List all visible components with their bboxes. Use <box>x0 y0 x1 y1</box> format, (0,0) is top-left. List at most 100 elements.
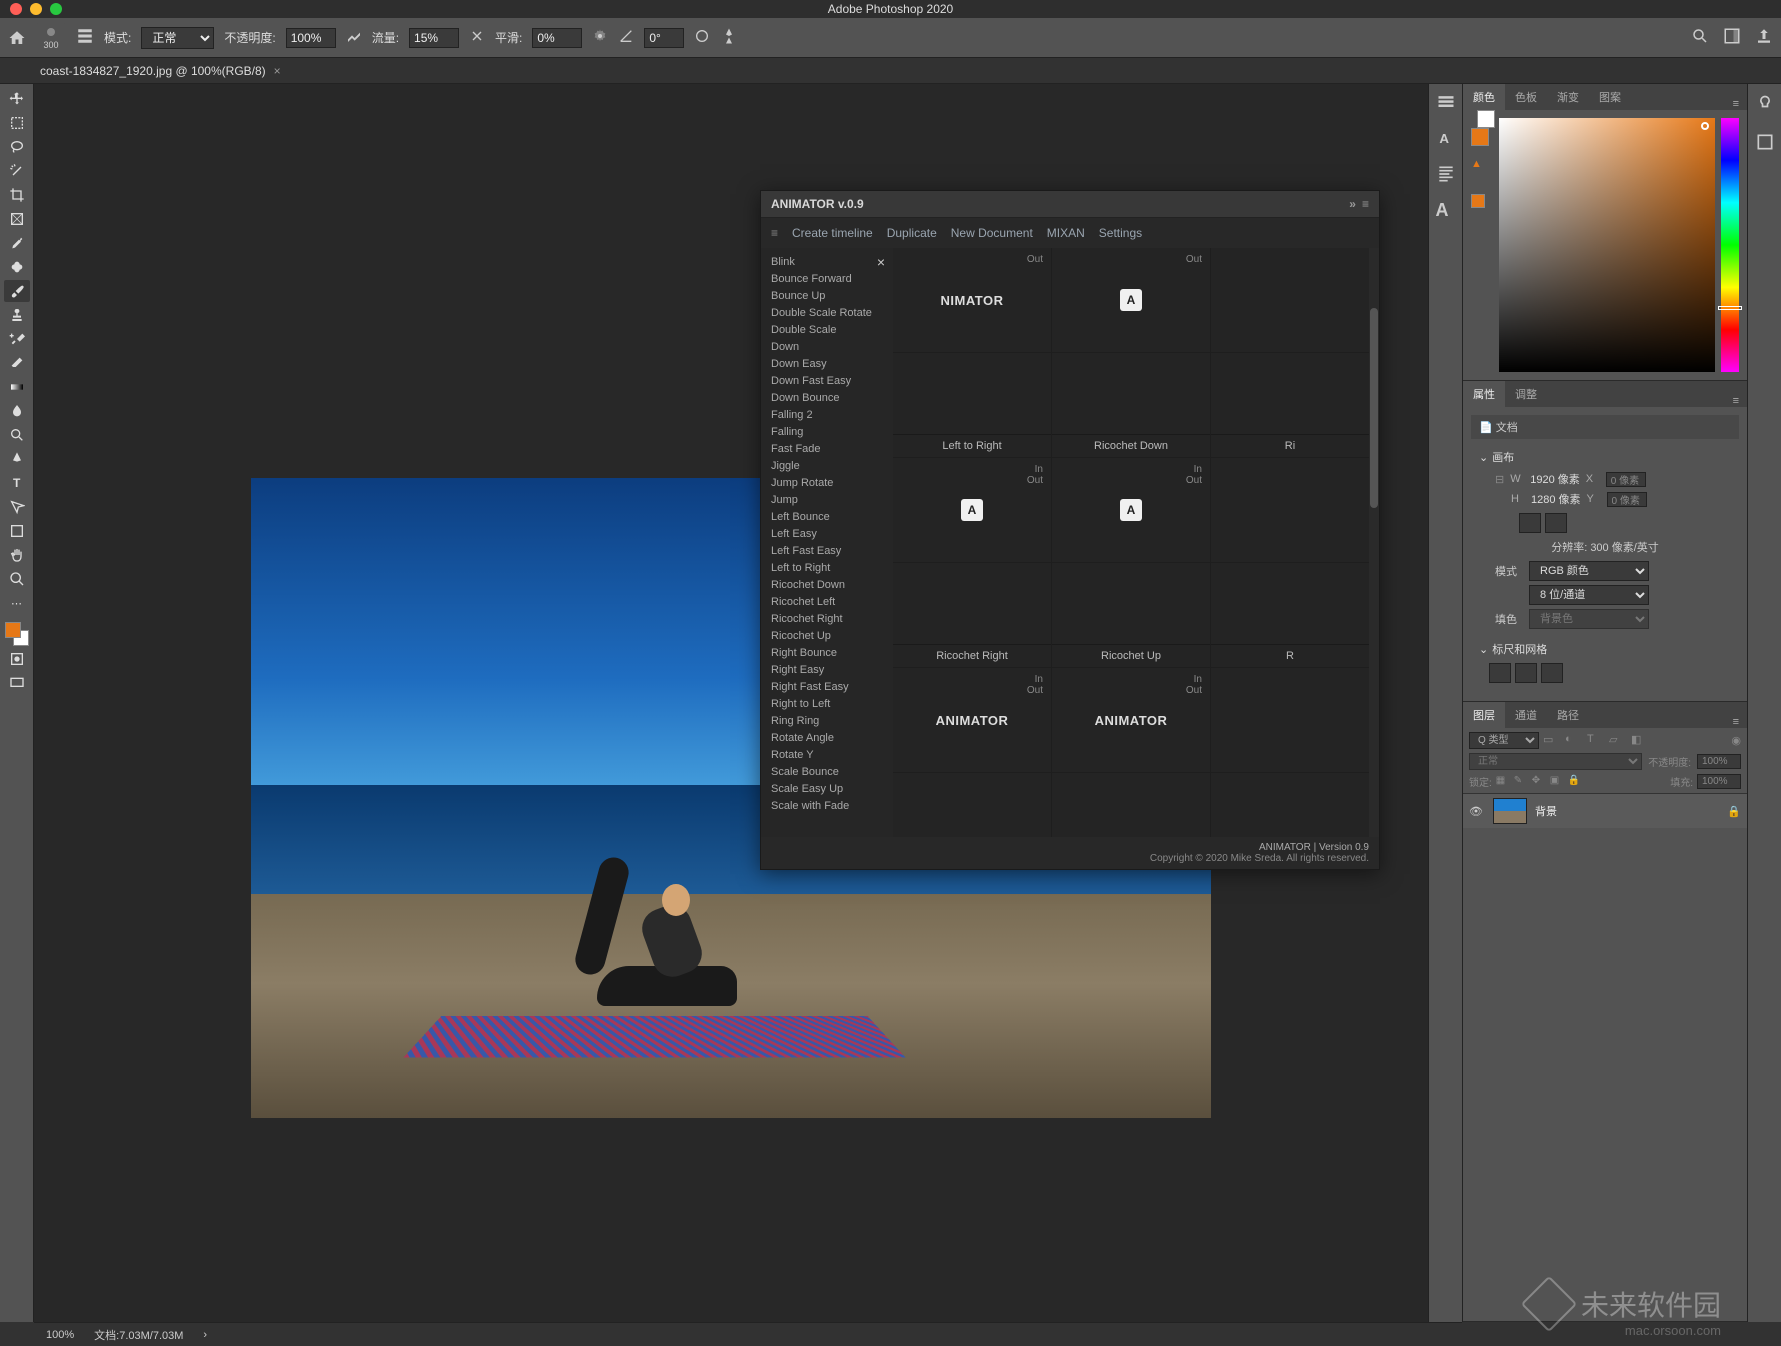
animator-cell[interactable] <box>1211 668 1369 772</box>
animator-list-item[interactable]: Down Easy <box>771 358 883 370</box>
mini-fg-color[interactable] <box>1471 128 1489 146</box>
collapse-icon[interactable]: » <box>1349 197 1356 211</box>
canvas-section-toggle[interactable]: ⌄画布 <box>1479 449 1731 465</box>
animator-cell[interactable]: OutA <box>1052 248 1210 352</box>
hand-tool[interactable] <box>4 544 30 566</box>
animator-list-item[interactable]: Right to Left <box>771 698 883 710</box>
animator-list-item[interactable]: Ricochet Up <box>771 630 883 642</box>
animator-list-item[interactable]: Scale with Fade <box>771 800 883 812</box>
character-panel-icon[interactable]: A <box>1436 128 1456 148</box>
swatches-tab[interactable]: 色板 <box>1505 84 1547 110</box>
lasso-tool[interactable] <box>4 136 30 158</box>
brush-panel-icon[interactable] <box>76 27 94 48</box>
gradient-tool[interactable] <box>4 376 30 398</box>
frame-tool[interactable] <box>4 208 30 230</box>
animator-list-item[interactable]: Down Fast Easy <box>771 375 883 387</box>
animator-list-item[interactable]: Down <box>771 341 883 353</box>
animator-list-item[interactable]: Down Bounce <box>771 392 883 404</box>
filter-type-icon[interactable]: T <box>1587 733 1603 749</box>
pen-tool[interactable] <box>4 448 30 470</box>
ruler-icon-3[interactable] <box>1541 663 1563 683</box>
animator-list-item[interactable]: Bounce Forward <box>771 273 883 285</box>
animator-cell[interactable]: R <box>1211 563 1369 667</box>
smooth-gear-icon[interactable] <box>592 28 608 47</box>
animator-list-item[interactable]: Left Easy <box>771 528 883 540</box>
animator-list-item[interactable]: Jump Rotate <box>771 477 883 489</box>
magic-wand-tool[interactable] <box>4 160 30 182</box>
color-tab[interactable]: 颜色 <box>1463 84 1505 110</box>
opacity-input[interactable] <box>286 28 336 48</box>
mode-select[interactable]: 正常 <box>141 27 214 49</box>
animator-list-item[interactable]: Falling 2 <box>771 409 883 421</box>
close-icon[interactable]: × <box>877 254 885 270</box>
animator-list-item[interactable]: Blink <box>771 256 883 268</box>
layer-kind-select[interactable]: Q 类型 <box>1469 732 1539 749</box>
healing-tool[interactable] <box>4 256 30 278</box>
hue-handle[interactable] <box>1718 306 1742 310</box>
channels-tab[interactable]: 通道 <box>1505 702 1547 728</box>
quick-mask-toggle[interactable] <box>4 648 30 670</box>
filter-adjustment-icon[interactable]: ◐ <box>1565 733 1581 749</box>
animator-cell[interactable]: OutNIMATOR <box>893 248 1051 352</box>
color-mode-select[interactable]: RGB 颜色 <box>1529 561 1649 581</box>
y-input[interactable] <box>1607 492 1647 507</box>
brush-tool[interactable] <box>4 280 30 302</box>
filter-pixel-icon[interactable]: ▭ <box>1543 733 1559 749</box>
animator-header[interactable]: ANIMATOR v.0.9 » ≡ <box>761 191 1379 218</box>
doc-info[interactable]: 文档:7.03M/7.03M <box>94 1327 183 1343</box>
animator-cell[interactable] <box>1211 458 1369 562</box>
angle-icon[interactable] <box>618 28 634 47</box>
pressure-size-icon[interactable] <box>694 28 710 47</box>
animator-list-item[interactable]: Ricochet Left <box>771 596 883 608</box>
angle-input[interactable] <box>644 28 684 48</box>
animator-cell[interactable] <box>1211 248 1369 352</box>
adjustments-tab[interactable]: 调整 <box>1505 381 1547 407</box>
animator-cell[interactable]: InOutA <box>893 458 1051 562</box>
share-icon[interactable] <box>1755 27 1773 48</box>
brush-preview[interactable]: 300 <box>36 23 66 53</box>
learn-panel-icon[interactable] <box>1755 94 1775 114</box>
flow-input[interactable] <box>409 28 459 48</box>
filter-shape-icon[interactable]: ▱ <box>1609 733 1625 749</box>
animator-list-item[interactable]: Right Fast Easy <box>771 681 883 693</box>
panel-menu-icon[interactable]: ≡ <box>1733 98 1747 110</box>
animator-list-item[interactable]: Ricochet Down <box>771 579 883 591</box>
layers-tab[interactable]: 图层 <box>1463 702 1505 728</box>
layer-opacity-input[interactable] <box>1697 754 1741 769</box>
settings-button[interactable]: Settings <box>1099 226 1142 240</box>
animator-list-item[interactable]: Scale Bounce <box>771 766 883 778</box>
animator-cell[interactable]: Left to Right <box>893 353 1051 457</box>
animator-list-item[interactable]: Ring Ring <box>771 715 883 727</box>
animator-list-item[interactable]: Left to Right <box>771 562 883 574</box>
properties-tab[interactable]: 属性 <box>1463 381 1505 407</box>
animator-list-item[interactable]: Ricochet Right <box>771 613 883 625</box>
animator-list-item[interactable]: Double Scale Rotate <box>771 307 883 319</box>
eraser-tool[interactable] <box>4 352 30 374</box>
height-value[interactable]: 1280 像素 <box>1531 491 1581 507</box>
stamp-tool[interactable] <box>4 304 30 326</box>
animator-cell[interactable]: Ricochet Right <box>893 563 1051 667</box>
animator-list-item[interactable]: Bounce Up <box>771 290 883 302</box>
blend-mode-select[interactable]: 正常 <box>1469 753 1642 770</box>
animator-list-item[interactable]: Jiggle <box>771 460 883 472</box>
history-brush-tool[interactable] <box>4 328 30 350</box>
crop-tool[interactable] <box>4 184 30 206</box>
new-document-button[interactable]: New Document <box>951 226 1033 240</box>
shape-tool[interactable] <box>4 520 30 542</box>
window-close-button[interactable] <box>10 3 22 15</box>
ruler-icon-1[interactable] <box>1489 663 1511 683</box>
zoom-tool[interactable] <box>4 568 30 590</box>
x-input[interactable] <box>1606 472 1646 487</box>
animator-cell[interactable]: Ricochet Down <box>1052 353 1210 457</box>
smooth-input[interactable] <box>532 28 582 48</box>
screen-mode-toggle[interactable] <box>4 672 30 694</box>
patterns-tab[interactable]: 图案 <box>1589 84 1631 110</box>
orientation-portrait-button[interactable] <box>1519 513 1541 533</box>
workspace-icon[interactable] <box>1723 27 1741 48</box>
type-tool[interactable]: T <box>4 472 30 494</box>
window-maximize-button[interactable] <box>50 3 62 15</box>
lock-position-icon[interactable]: ✥ <box>1532 775 1546 789</box>
symmetry-icon[interactable] <box>720 27 738 48</box>
animator-cell[interactable]: Ricochet Up <box>1052 563 1210 667</box>
lock-transparency-icon[interactable]: ▦ <box>1496 775 1510 789</box>
